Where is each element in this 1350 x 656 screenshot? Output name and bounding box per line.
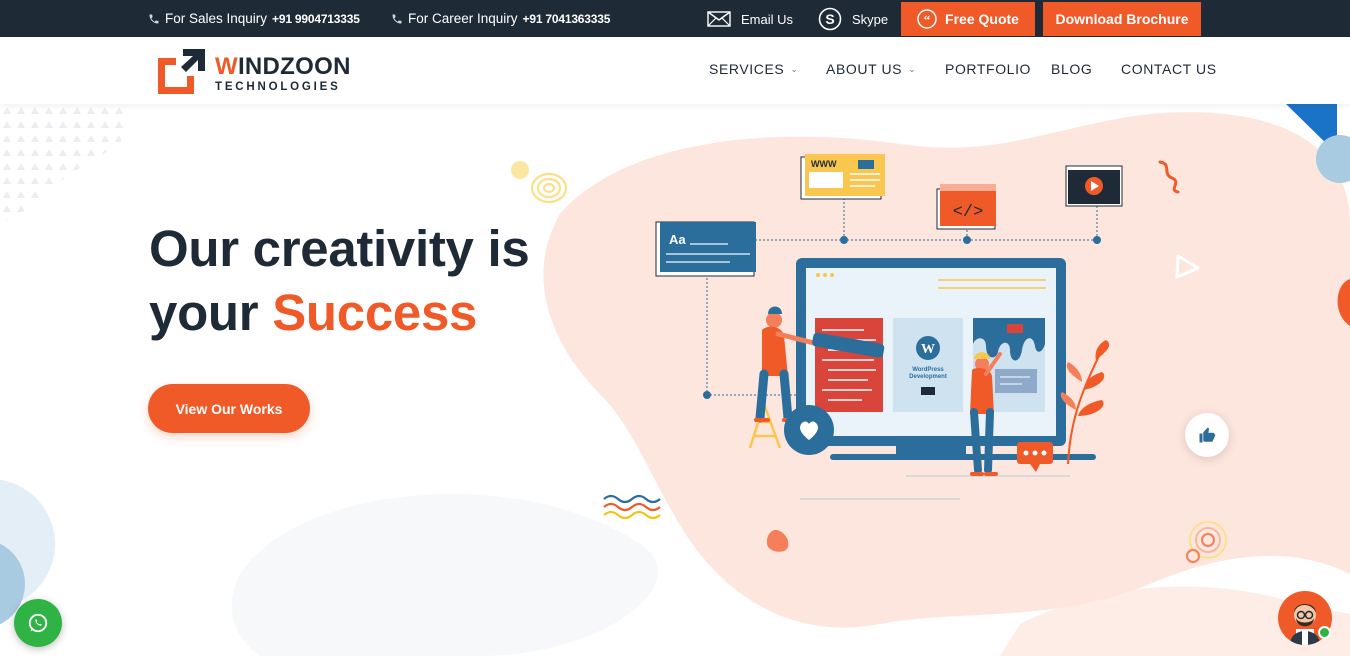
- nav-about-label: ABOUT US: [826, 61, 903, 77]
- main-header: WINDZOON TECHNOLOGIES SERVICES ⌄ ABOUT US…: [0, 37, 1350, 104]
- chevron-down-icon: ⌄: [908, 63, 917, 74]
- sales-inquiry-label: For Sales Inquiry: [165, 11, 268, 26]
- download-brochure-button[interactable]: Download Brochure: [1043, 2, 1201, 36]
- email-us-link[interactable]: Email Us: [707, 5, 793, 33]
- logo-word-rest: INDZOON: [237, 53, 351, 80]
- logo[interactable]: WINDZOON TECHNOLOGIES: [156, 46, 356, 96]
- www-card-label: WWW: [811, 159, 837, 169]
- view-our-works-button[interactable]: View Our Works: [148, 384, 310, 433]
- nav-contact-us[interactable]: CONTACT US: [1121, 61, 1217, 77]
- svg-text:W: W: [921, 342, 935, 357]
- quote-icon: “: [917, 9, 937, 29]
- nav-services[interactable]: SERVICES ⌄: [709, 61, 799, 77]
- svg-text:“: “: [924, 12, 931, 27]
- whatsapp-button[interactable]: [14, 599, 62, 647]
- logo-wordmark: WINDZOON: [215, 53, 351, 81]
- skype-label: Skype: [852, 11, 889, 27]
- chevron-down-icon: ⌄: [790, 63, 799, 74]
- nav-portfolio-label: PORTFOLIO: [945, 61, 1032, 77]
- online-status-dot: [1318, 626, 1331, 639]
- nav-blog-label: BLOG: [1051, 61, 1093, 77]
- career-inquiry-label: For Career Inquiry: [408, 11, 518, 26]
- sales-inquiry[interactable]: For Sales Inquiry +91 9904713335: [148, 11, 360, 26]
- free-quote-button[interactable]: “ Free Quote: [901, 2, 1035, 36]
- like-button[interactable]: [1185, 413, 1229, 457]
- nav-about-us[interactable]: ABOUT US ⌄: [826, 61, 916, 77]
- hero-line-1: Our creativity is: [149, 220, 530, 277]
- sales-phone[interactable]: +91 9904713335: [272, 12, 360, 26]
- hero-accent-word: Success: [272, 284, 478, 341]
- code-card-label: </>: [953, 203, 984, 222]
- phone-icon: [392, 14, 402, 23]
- skype-icon: S: [818, 7, 842, 31]
- hero-section: Aa WWW </> W WordPress Development Our c…: [0, 104, 1350, 656]
- view-our-works-label: View Our Works: [175, 400, 283, 417]
- career-inquiry[interactable]: For Career Inquiry +91 7041363335: [391, 11, 610, 26]
- hero-line-2: your Success: [149, 281, 529, 345]
- aa-card-label: Aa: [669, 232, 686, 247]
- download-brochure-label: Download Brochure: [1055, 11, 1189, 27]
- whatsapp-icon: [28, 613, 48, 633]
- svg-text:S: S: [825, 11, 834, 27]
- skype-link[interactable]: S Skype: [818, 5, 888, 33]
- wp-line1: WordPress: [912, 367, 944, 373]
- career-phone[interactable]: +91 7041363335: [523, 12, 611, 26]
- logo-subtitle: TECHNOLOGIES: [215, 81, 341, 93]
- nav-contact-label: CONTACT US: [1121, 61, 1217, 77]
- hero-line-2-prefix: your: [149, 284, 273, 341]
- envelope-icon: [707, 11, 731, 27]
- free-quote-label: Free Quote: [945, 11, 1019, 27]
- thumbs-up-icon: [1199, 427, 1216, 443]
- wp-line2: Development: [909, 374, 947, 380]
- top-bar: For Sales Inquiry +91 9904713335 For Car…: [0, 0, 1350, 37]
- nav-portfolio[interactable]: PORTFOLIO: [945, 61, 1031, 77]
- phone-icon: [149, 14, 159, 23]
- email-us-label: Email Us: [741, 11, 794, 27]
- logo-mark-icon: [158, 49, 205, 94]
- nav-blog[interactable]: BLOG: [1051, 61, 1092, 77]
- hero-headline: Our creativity is your Success: [149, 217, 530, 345]
- logo-word-first: W: [215, 53, 238, 80]
- web-development-illustration: Aa WWW </> W WordPress Development: [655, 154, 1123, 500]
- nav-services-label: SERVICES: [709, 61, 785, 77]
